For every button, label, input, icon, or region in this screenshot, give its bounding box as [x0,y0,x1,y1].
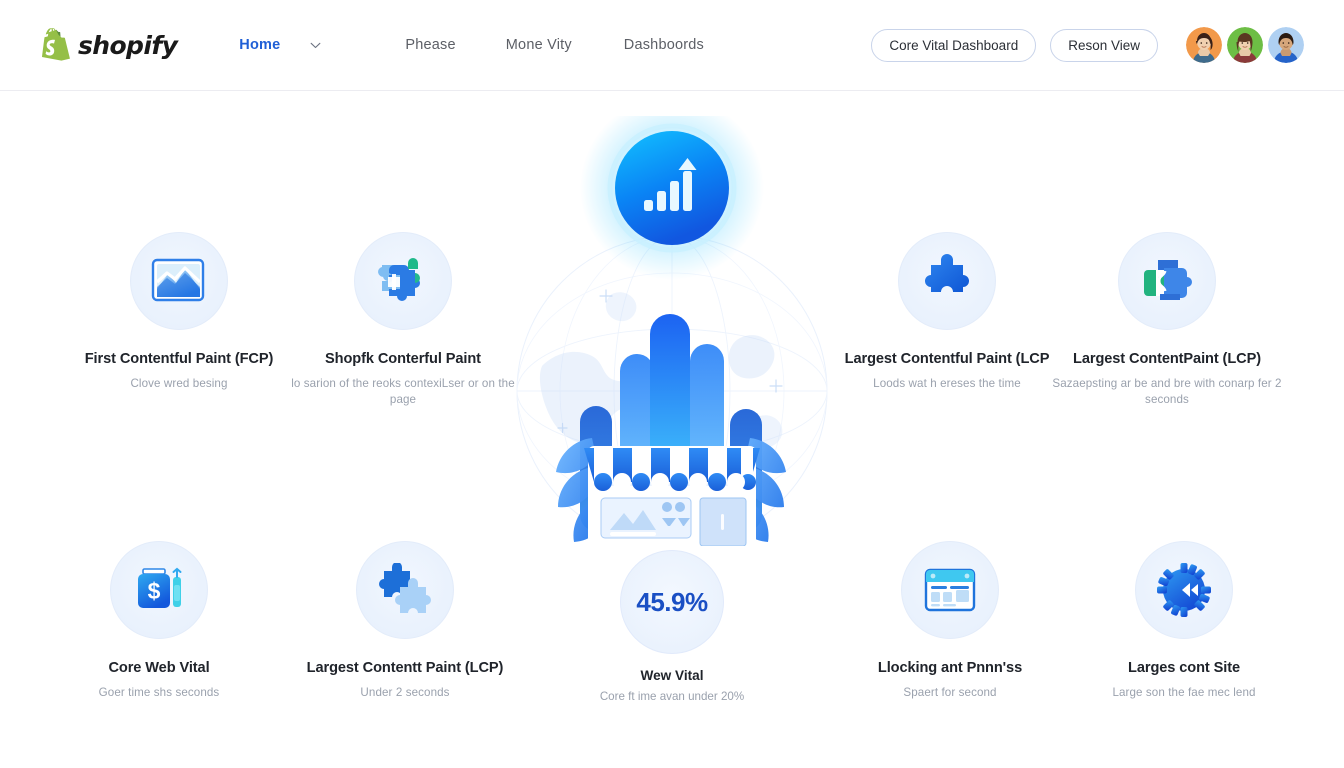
nav-item-dashboords[interactable]: Dashboords [624,37,704,53]
shopify-bag-icon [42,28,70,61]
score-title: Wew Vital [640,668,704,683]
topbar-actions: Core Vital Dashboard Reson View [871,27,1304,63]
globe-storefront-bars-illustration [516,96,828,547]
page-root: shopify Home Phease Mone Vity Dashboords… [0,0,1344,768]
card-largest-contentful-paint-lcp[interactable]: Largest Contentful Paint (LCP Loods wat … [832,232,1062,392]
avatar-group [1186,27,1304,63]
score-subtitle: Core ft ime avan under 20% [599,690,745,703]
avatar-1[interactable] [1186,27,1222,63]
nav-item-mone-vity[interactable]: Mone Vity [506,37,572,53]
card-title: Core Web Vital [108,660,210,676]
hero-illustration [492,96,852,547]
card-subtitle: Under 2 seconds [360,685,450,699]
card-llocking-ant-process[interactable]: Llocking ant Pnnn'ss Spaert for second [835,541,1065,701]
money-bag-icon: $ [110,541,208,639]
puzzle-two-piece-icon [354,232,452,330]
card-subtitle: Clove wred besing [130,376,228,390]
card-shopfk-contentful-paint[interactable]: Shopfk Conterful Paint lo sarion of the … [288,232,518,408]
card-title: Largest Contentful Paint (LCP [844,351,1050,367]
card-title: First Contentful Paint (FCP) [84,351,274,367]
card-title: Llocking ant Pnnn'ss [877,660,1023,676]
card-subtitle: lo sarion of the reoks contexiLser or on… [291,376,515,406]
core-web-vital-score[interactable]: 45.9% Wew Vital Core ft ime avan under 2… [556,550,788,703]
card-subtitle: Large son the fae mec lend [1112,685,1256,699]
card-title: Largest ContentPaint (LCP) [1073,351,1261,367]
card-core-web-vital[interactable]: $ Core Web Vital Goer time shs seconds [44,541,274,701]
image-chart-icon [130,232,228,330]
card-title: Larges cont Site [1128,660,1240,676]
card-largest-contentt-paint-lcp[interactable]: Largest Contentt Paint (LCP) Under 2 sec… [290,541,520,701]
card-first-contentful-paint[interactable]: First Contentful Paint (FCP) Clove wred … [64,232,294,392]
chevron-down-icon[interactable] [310,42,321,49]
card-subtitle: Loods wat h ereses the time [873,376,1021,390]
card-title: Largest Contentt Paint (LCP) [306,660,504,676]
puzzle-single-piece-icon [898,232,996,330]
card-subtitle: Goer time shs seconds [98,685,220,699]
reson-view-button[interactable]: Reson View [1050,28,1158,62]
card-largest-contentpaint-lcp[interactable]: Largest ContentPaint (LCP) Sazaepsting a… [1052,232,1282,408]
nav-item-phease[interactable]: Phease [405,37,455,53]
main-nav: Home Phease Mone Vity Dashboords [239,37,871,53]
svg-text:$: $ [148,578,161,604]
score-value: 45.9% [636,586,708,617]
card-title: Shopfk Conterful Paint [325,351,481,367]
gear-rewind-icon [1135,541,1233,639]
card-subtitle: Spaert for second [903,685,997,699]
avatar-2[interactable] [1227,27,1263,63]
card-larges-cont-site[interactable]: Larges cont Site Large son the fae mec l… [1069,541,1299,701]
dashboard-canvas: First Contentful Paint (FCP) Clove wred … [0,91,1344,768]
score-circle: 45.9% [620,550,724,654]
puzzle-pair-icon [356,541,454,639]
puzzle-green-blue-icon [1118,232,1216,330]
browser-window-icon [901,541,999,639]
top-navigation-bar: shopify Home Phease Mone Vity Dashboords… [0,0,1344,91]
core-vital-dashboard-button[interactable]: Core Vital Dashboard [871,28,1037,62]
shopify-wordmark: shopify [78,30,178,60]
nav-item-home[interactable]: Home [239,37,280,53]
card-subtitle: Sazaepsting ar be and bre with conarp fe… [1052,376,1282,406]
shopify-logo[interactable]: shopify [40,28,178,62]
avatar-3[interactable] [1268,27,1304,63]
